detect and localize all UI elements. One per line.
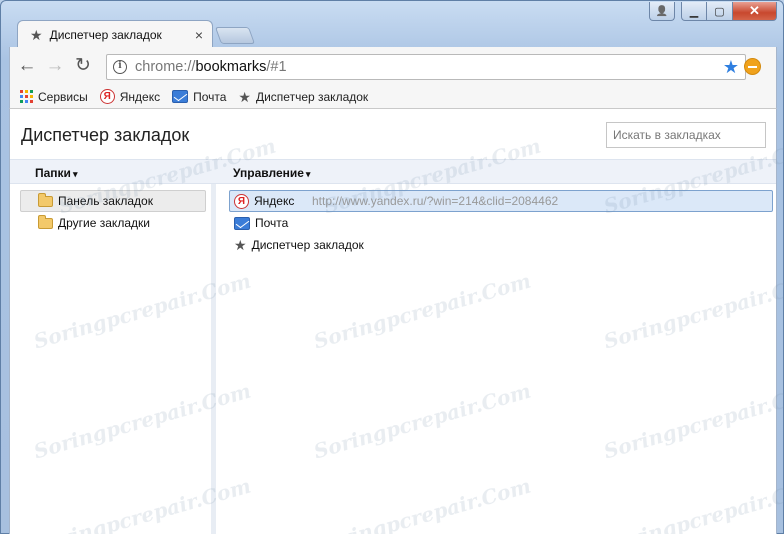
forward-button[interactable]: → <box>44 55 66 77</box>
bookmarks-bar-item-apps[interactable]: Сервисы <box>20 90 88 104</box>
search-input[interactable] <box>606 122 766 148</box>
bookmarks-bar-label: Диспетчер закладок <box>255 89 369 104</box>
watermark: Soringpcrepair.Com <box>31 268 254 354</box>
minimize-icon: ▁ <box>689 5 699 18</box>
tab-title: Диспетчер закладок <box>49 27 162 42</box>
bookmark-list: Я Яндекс http://www.yandex.ru/?win=214&c… <box>229 190 773 256</box>
watermark: Soringpcrepair.Com <box>601 473 784 534</box>
folders-menu-button[interactable]: Папки ▾ <box>35 166 77 180</box>
folder-item-bookmarks-bar[interactable]: Панель закладок <box>20 190 206 212</box>
watermark: Soringpcrepair.Com <box>31 473 254 534</box>
watermark: Soringpcrepair.Com <box>31 378 254 464</box>
watermark: Soringpcrepair.Com <box>311 378 534 464</box>
folders-header-label: Папки <box>35 166 71 180</box>
pane-splitter[interactable] <box>211 184 216 534</box>
reload-button[interactable]: ↻ <box>72 55 94 77</box>
new-tab-button[interactable] <box>214 27 256 44</box>
list-item[interactable]: ★ Диспетчер закладок <box>229 234 773 256</box>
list-item[interactable]: Почта <box>229 212 773 234</box>
tab-close-button[interactable]: × <box>190 27 208 43</box>
bookmark-manager-page: Диспетчер закладок Папки▾ Управление▾ Па… <box>9 109 784 534</box>
bookmark-name: Почта <box>255 216 289 230</box>
bookmarks-bar-item-yandex[interactable]: Я Яндекс <box>99 89 161 104</box>
bookmarks-bar-label: Почта <box>193 89 227 104</box>
url-text: chrome://bookmarks/#1 <box>135 59 287 75</box>
watermark: Soringpcrepair.Com <box>311 473 534 534</box>
toolbar: ← → ↻ i chrome://bookmarks/#1 ★ <box>9 47 777 85</box>
star-icon: ★ <box>30 26 43 43</box>
browser-window: 👤 ▁ ▢ ✕ ★ Диспетчер закладок × ← → ↻ i c… <box>0 0 784 534</box>
close-window-button[interactable]: ✕ <box>733 2 777 21</box>
address-bar[interactable]: i chrome://bookmarks/#1 ★ <box>106 54 746 80</box>
watermark: Soringpcrepair.Com <box>601 378 784 464</box>
caret-down-icon: ▾ <box>72 169 78 179</box>
profile-button[interactable]: 👤 <box>649 2 675 21</box>
bookmark-url: http://www.yandex.ru/?win=214&clid=20844… <box>312 194 559 208</box>
bookmarks-bar-label: Яндекс <box>119 89 161 104</box>
bookmarks-bar-label: Сервисы <box>38 89 88 104</box>
yandex-icon: Я <box>234 193 249 209</box>
folder-icon <box>38 214 53 229</box>
bookmarks-bar: Сервисы Я Яндекс Почта ★ Диспетчер закла… <box>9 85 777 109</box>
url-host: bookmarks <box>195 59 267 75</box>
manage-menu-button[interactable]: Управление ▾ <box>233 166 310 180</box>
star-icon: ★ <box>234 237 247 253</box>
bookmark-star-icon[interactable]: ★ <box>723 57 739 77</box>
url-scheme: chrome:// <box>135 59 196 75</box>
caret-down-icon: ▾ <box>305 169 311 179</box>
page-title: Диспетчер закладок <box>21 125 190 145</box>
bookmark-name: Диспетчер закладок <box>251 238 364 252</box>
apps-icon <box>20 90 33 103</box>
close-icon: ✕ <box>749 3 760 18</box>
info-icon[interactable]: i <box>113 60 127 74</box>
bookmarks-bar-item-mail[interactable]: Почта <box>172 90 226 104</box>
maximize-icon: ▢ <box>714 5 725 18</box>
folder-tree: Панель закладок Другие закладки <box>20 190 206 234</box>
url-path: /#1 <box>266 59 287 75</box>
back-button[interactable]: ← <box>16 55 38 77</box>
maximize-button[interactable]: ▢ <box>707 2 733 21</box>
bookmark-name: Яндекс <box>254 194 295 208</box>
user-icon: 👤 <box>655 5 669 17</box>
mail-icon <box>234 216 250 230</box>
column-header-row: Папки ▾ Управление ▾ <box>10 159 776 184</box>
star-icon: ★ <box>238 88 251 105</box>
manage-header-label: Управление <box>233 166 304 180</box>
watermark: Soringpcrepair.Com <box>311 268 534 354</box>
folder-icon <box>38 192 53 207</box>
tab-bookmark-manager[interactable]: ★ Диспетчер закладок × <box>17 20 213 48</box>
folder-label: Другие закладки <box>58 216 150 230</box>
mail-icon <box>172 90 189 103</box>
watermark: Soringpcrepair.Com <box>601 268 784 354</box>
folder-item-other-bookmarks[interactable]: Другие закладки <box>20 212 206 234</box>
yandex-icon: Я <box>99 89 115 104</box>
window-controls: 👤 ▁ ▢ ✕ <box>649 2 777 21</box>
bookmarks-bar-item-manager[interactable]: ★ Диспетчер закладок <box>238 90 368 104</box>
list-item[interactable]: Я Яндекс http://www.yandex.ru/?win=214&c… <box>229 190 773 212</box>
extension-icon[interactable] <box>744 58 761 75</box>
minimize-button[interactable]: ▁ <box>681 2 707 21</box>
folder-label: Панель закладок <box>58 194 153 208</box>
